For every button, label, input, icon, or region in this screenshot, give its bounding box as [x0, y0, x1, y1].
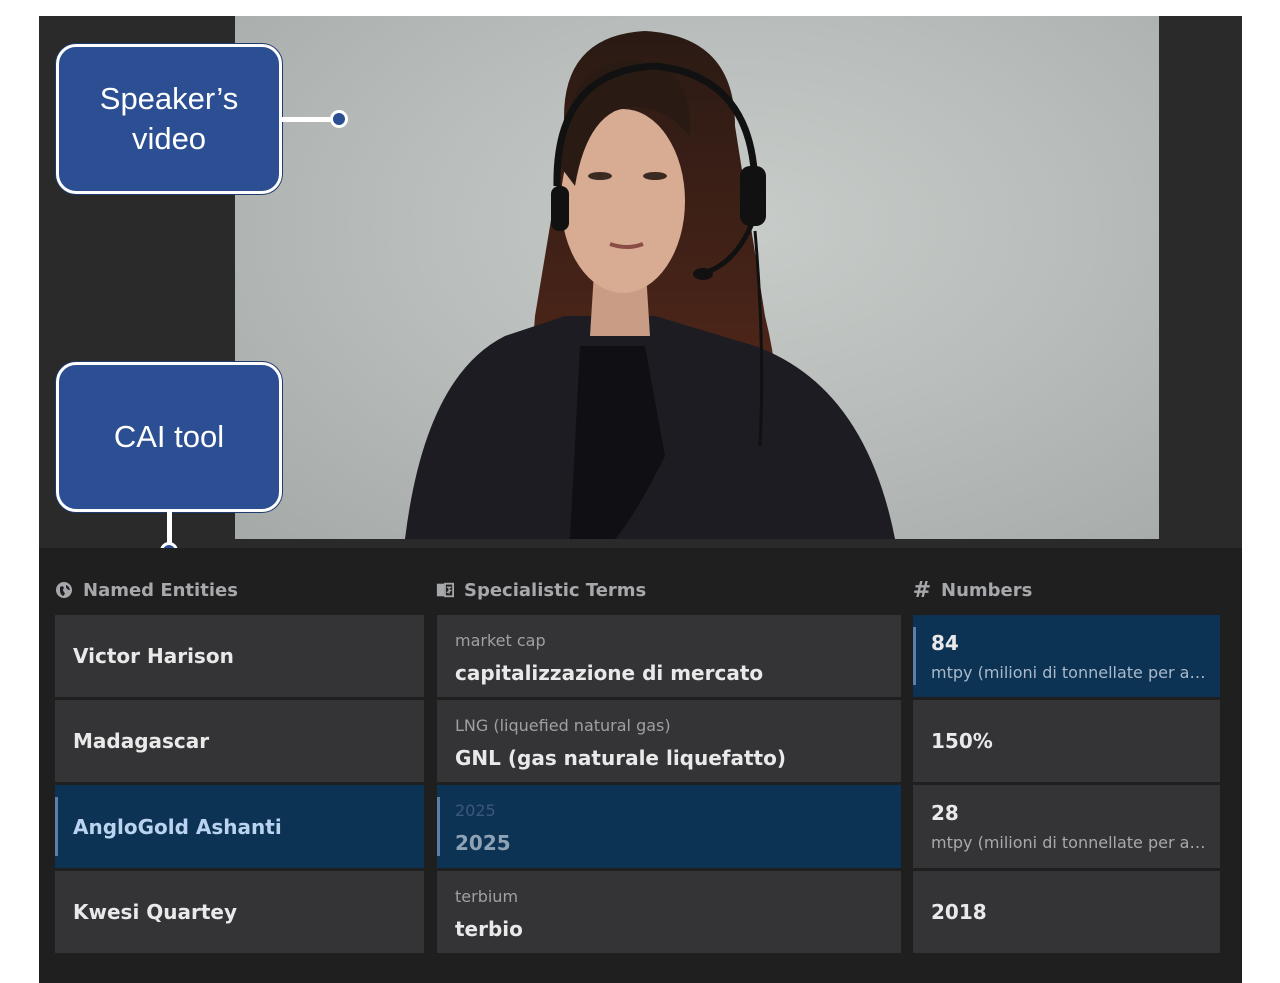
number-item[interactable]: 150% — [913, 700, 1220, 782]
number-value: 84 — [931, 631, 959, 655]
term-source: 2025 — [455, 801, 496, 820]
globe-icon — [55, 581, 73, 599]
selection-bar — [913, 627, 916, 685]
number-item[interactable]: 28 mtpy (milioni di tonnellate per anno) — [913, 785, 1220, 868]
term-target: 2025 — [455, 831, 511, 855]
named-entity-item[interactable]: Madagascar — [55, 700, 424, 782]
hash-icon: # — [912, 577, 932, 603]
number-value: 150% — [931, 729, 993, 753]
speaker-video-callout: Speaker’s video — [56, 44, 282, 194]
speaker-video — [235, 16, 1159, 539]
term-source: terbium — [455, 887, 519, 906]
term-item[interactable]: LNG (liquefied natural gas) GNL (gas nat… — [437, 700, 901, 782]
speaker-video-callout-label: Speaker’s video — [99, 81, 239, 156]
translate-book-icon — [436, 581, 454, 599]
selection-bar — [55, 797, 58, 856]
speaker-illustration — [405, 31, 895, 539]
number-value: 2018 — [931, 900, 987, 924]
specialistic-terms-header: Specialistic Terms — [436, 578, 646, 602]
named-entities-header: Named Entities — [55, 578, 238, 602]
numbers-header-label: Numbers — [941, 579, 1033, 601]
numbers-header: # Numbers — [912, 577, 1033, 603]
selection-bar — [437, 797, 440, 856]
term-target: terbio — [455, 917, 523, 941]
term-target: capitalizzazione di mercato — [455, 661, 764, 685]
named-entity-label: Victor Harison — [73, 644, 234, 668]
named-entities-header-label: Named Entities — [83, 579, 238, 601]
term-target: GNL (gas naturale liquefatto) — [455, 746, 786, 770]
cai-tool-callout: CAI tool — [56, 362, 282, 512]
term-item[interactable]: terbium terbio — [437, 871, 901, 953]
term-item[interactable]: market cap capitalizzazione di mercato — [437, 615, 901, 697]
number-unit: mtpy (milioni di tonnellate per anno) — [931, 663, 1206, 682]
number-value: 28 — [931, 801, 959, 825]
cai-tool-callout-label: CAI tool — [113, 419, 225, 454]
named-entity-label: AngloGold Ashanti — [73, 814, 282, 839]
named-entity-item[interactable]: Victor Harison — [55, 615, 424, 697]
speaker-video-connector — [282, 117, 334, 122]
term-item-selected[interactable]: 2025 2025 — [437, 785, 901, 868]
speaker-video-connector-dot — [330, 110, 348, 128]
specialistic-terms-header-label: Specialistic Terms — [464, 579, 647, 601]
cai-tool-connector — [167, 512, 172, 544]
named-entity-item-selected[interactable]: AngloGold Ashanti — [55, 785, 424, 868]
term-source: market cap — [455, 631, 546, 650]
named-entity-item[interactable]: Kwesi Quartey — [55, 871, 424, 953]
number-item[interactable]: 2018 — [913, 871, 1220, 953]
number-unit: mtpy (milioni di tonnellate per anno) — [931, 833, 1206, 852]
term-source: LNG (liquefied natural gas) — [455, 716, 671, 735]
number-item-selected[interactable]: 84 mtpy (milioni di tonnellate per anno) — [913, 615, 1220, 697]
named-entity-label: Madagascar — [73, 729, 210, 753]
named-entity-label: Kwesi Quartey — [73, 900, 238, 924]
